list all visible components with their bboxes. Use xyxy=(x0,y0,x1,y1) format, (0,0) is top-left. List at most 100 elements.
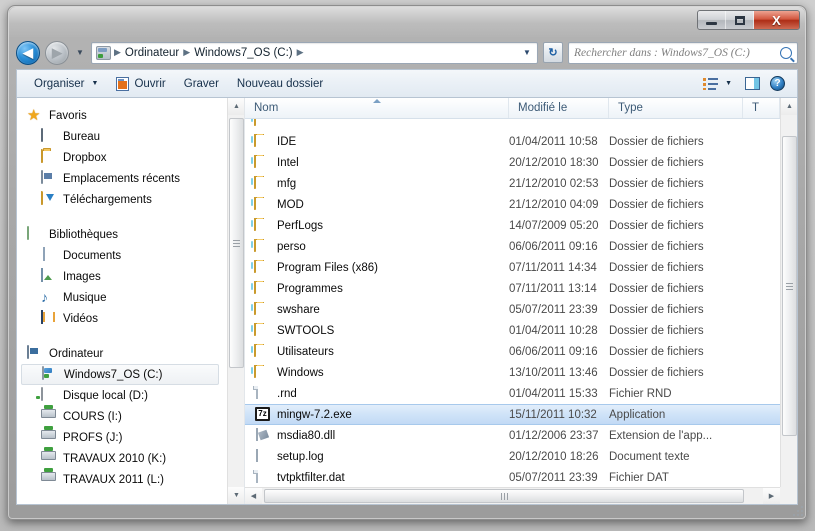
file-modified-cell: 07/11/2011 14:34 xyxy=(509,261,597,274)
sidebar-item-bureau[interactable]: Bureau xyxy=(17,126,227,147)
preview-pane-icon[interactable] xyxy=(745,77,760,90)
hscrollbar-thumb[interactable] xyxy=(264,489,744,503)
resize-grip[interactable] xyxy=(791,504,803,516)
forward-button[interactable]: ▶ xyxy=(45,40,69,65)
file-name-label: MOD xyxy=(277,198,304,211)
organize-button[interactable]: Organiser ▼ xyxy=(25,74,107,94)
forward-arrow-icon: ▶ xyxy=(52,45,62,60)
nav-header-ordinateur[interactable]: Ordinateur xyxy=(17,343,227,364)
file-name-label: IDE xyxy=(277,135,297,148)
column-header-modifie-le[interactable]: Modifié le xyxy=(509,98,609,118)
address-dropdown-icon[interactable]: ▼ xyxy=(520,48,534,57)
sidebar-item-videos[interactable]: Vidéos xyxy=(17,308,227,329)
file-name-cell: MOD xyxy=(245,196,509,213)
folder-icon xyxy=(254,259,256,273)
nav-header-bibliotheques[interactable]: Bibliothèques xyxy=(17,224,227,245)
sidebar-item-dropbox-label: Dropbox xyxy=(63,151,107,164)
nav-group-favoris: ★ Favoris Bureau Dropbox Emplacements ré… xyxy=(17,105,227,210)
sidebar-item-emplacements-recents[interactable]: Emplacements récents xyxy=(17,168,227,189)
column-header-type[interactable]: Type xyxy=(609,98,743,118)
file-type-cell: Dossier de fichiers xyxy=(609,324,704,337)
file-modified-cell: 21/12/2010 02:53 xyxy=(509,177,599,190)
table-row-selected[interactable]: 7z mingw-7.2.exe 15/11/2011 10:32 Applic… xyxy=(245,404,780,425)
file-name-cell: mfg xyxy=(245,175,509,192)
file-list-horizontal-scrollbar[interactable]: ◀ ▶ xyxy=(245,487,780,504)
table-row[interactable]: PerfLogs 14/07/2009 05:20 Dossier de fic… xyxy=(245,215,780,236)
navigation-pane-scrollbar[interactable]: ▲ ▼ xyxy=(227,98,244,504)
open-icon xyxy=(116,76,130,91)
hscroll-left-button[interactable]: ◀ xyxy=(245,488,262,504)
table-row[interactable]: Programmes 07/11/2011 13:14 Dossier de f… xyxy=(245,278,780,299)
sidebar-item-disque-local-d[interactable]: Disque local (D:) xyxy=(17,385,227,406)
sidebar-item-windows7os[interactable]: Windows7_OS (C:) xyxy=(21,364,219,385)
list-scrollbar-thumb[interactable] xyxy=(782,136,797,436)
refresh-button[interactable]: ↻ xyxy=(543,42,563,63)
maximize-button[interactable] xyxy=(726,11,754,29)
file-name-cell: Intel xyxy=(245,154,509,171)
table-row[interactable]: msdia80.dll 01/12/2006 23:37 Extension d… xyxy=(245,425,780,446)
search-box[interactable]: Rechercher dans : Windows7_OS (C:) xyxy=(568,41,798,64)
scrollbar-corner xyxy=(780,487,797,504)
file-name-cell: .rnd xyxy=(245,385,509,402)
sidebar-item-documents-label: Documents xyxy=(63,249,122,262)
column-header-nom[interactable]: Nom xyxy=(245,98,509,118)
table-row[interactable]: setup.log 20/12/2010 18:26 Document text… xyxy=(245,446,780,467)
table-row[interactable]: tvtpktfilter.dat 05/07/2011 23:39 Fichie… xyxy=(245,467,780,487)
nav-header-favoris[interactable]: ★ Favoris xyxy=(17,105,227,126)
file-name-cell: IDE xyxy=(245,133,509,150)
folder-icon xyxy=(254,364,256,378)
table-row[interactable]: Utilisateurs 06/06/2011 09:16 Dossier de… xyxy=(245,341,780,362)
list-scroll-up-button[interactable]: ▲ xyxy=(781,98,797,115)
nav-scroll-down-button[interactable]: ▼ xyxy=(228,487,244,504)
table-row[interactable]: Intel 20/12/2010 18:30 Dossier de fichie… xyxy=(245,152,780,173)
sidebar-item-telechargements[interactable]: Téléchargements xyxy=(17,189,227,210)
sidebar-item-profs-j[interactable]: PROFS (J:) xyxy=(17,427,227,448)
hscroll-right-button[interactable]: ▶ xyxy=(763,488,780,504)
file-type-cell: Dossier de fichiers xyxy=(609,177,704,190)
new-folder-button[interactable]: Nouveau dossier xyxy=(228,74,332,94)
sidebar-item-travaux-2010-k[interactable]: TRAVAUX 2010 (K:) xyxy=(17,448,227,469)
table-row[interactable]: IDE 01/04/2011 10:58 Dossier de fichiers xyxy=(245,131,780,152)
sidebar-item-images[interactable]: Images xyxy=(17,266,227,287)
file-modified-cell: 06/06/2011 09:16 xyxy=(509,345,598,358)
table-row[interactable]: .rnd 01/04/2011 15:33 Fichier RND xyxy=(245,383,780,404)
nav-scrollbar-thumb[interactable] xyxy=(229,118,244,368)
table-row[interactable]: Program Files (x86) 07/11/2011 14:34 Dos… xyxy=(245,257,780,278)
column-header-modifie-le-label: Modifié le xyxy=(518,102,568,114)
file-name-cell: tvtpktfilter.dat xyxy=(245,469,509,486)
table-row[interactable]: perso 06/06/2011 09:16 Dossier de fichie… xyxy=(245,236,780,257)
help-icon[interactable]: ? xyxy=(770,76,785,91)
table-row[interactable]: SWTOOLS 01/04/2011 10:28 Dossier de fich… xyxy=(245,320,780,341)
minimize-icon xyxy=(706,21,717,25)
table-row[interactable] xyxy=(245,119,780,131)
sidebar-item-cours-i[interactable]: COURS (I:) xyxy=(17,406,227,427)
column-header-taille[interactable]: T xyxy=(743,98,780,118)
file-modified-cell: 01/04/2011 10:58 xyxy=(509,135,598,148)
open-button[interactable]: Ouvrir xyxy=(107,73,174,95)
nav-scroll-up-button[interactable]: ▲ xyxy=(228,98,244,115)
sidebar-item-dropbox[interactable]: Dropbox xyxy=(17,147,227,168)
table-row[interactable]: Windows 13/10/2011 13:46 Dossier de fich… xyxy=(245,362,780,383)
table-row[interactable]: mfg 21/12/2010 02:53 Dossier de fichiers xyxy=(245,173,780,194)
recent-pages-dropdown[interactable]: ▼ xyxy=(74,48,86,57)
minimize-button[interactable] xyxy=(698,11,726,29)
burn-button[interactable]: Graver xyxy=(175,74,228,94)
table-row[interactable]: MOD 21/12/2010 04:09 Dossier de fichiers xyxy=(245,194,780,215)
breadcrumb-windows7os[interactable]: Windows7_OS (C:) xyxy=(191,47,295,59)
sidebar-item-travaux-2011-l[interactable]: TRAVAUX 2011 (L:) xyxy=(17,469,227,490)
sidebar-item-travaux-2011-l-label: TRAVAUX 2011 (L:) xyxy=(63,473,164,486)
file-name-cell: SWTOOLS xyxy=(245,322,509,339)
table-row[interactable]: swshare 05/07/2011 23:39 Dossier de fich… xyxy=(245,299,780,320)
sidebar-item-musique[interactable]: ♪ Musique xyxy=(17,287,227,308)
sidebar-item-documents[interactable]: Documents xyxy=(17,245,227,266)
scroll-right-icon: ▶ xyxy=(768,493,775,500)
desktop-icon xyxy=(41,127,43,142)
close-button[interactable]: X xyxy=(754,11,799,29)
change-view-button[interactable]: ▼ xyxy=(700,76,735,92)
file-list-scrollbar[interactable]: ▲ ▼ xyxy=(780,98,797,504)
search-input[interactable]: Rechercher dans : Windows7_OS (C:) xyxy=(574,47,780,59)
explorer-window: X ◀ ▶ ▼ ▶ Ordinateur ▶ Windows7_OS (C:) … xyxy=(7,5,807,520)
address-bar[interactable]: ▶ Ordinateur ▶ Windows7_OS (C:) ▶ ▼ xyxy=(91,41,538,64)
breadcrumb-ordinateur[interactable]: Ordinateur xyxy=(122,47,182,59)
back-button[interactable]: ◀ xyxy=(16,40,40,65)
